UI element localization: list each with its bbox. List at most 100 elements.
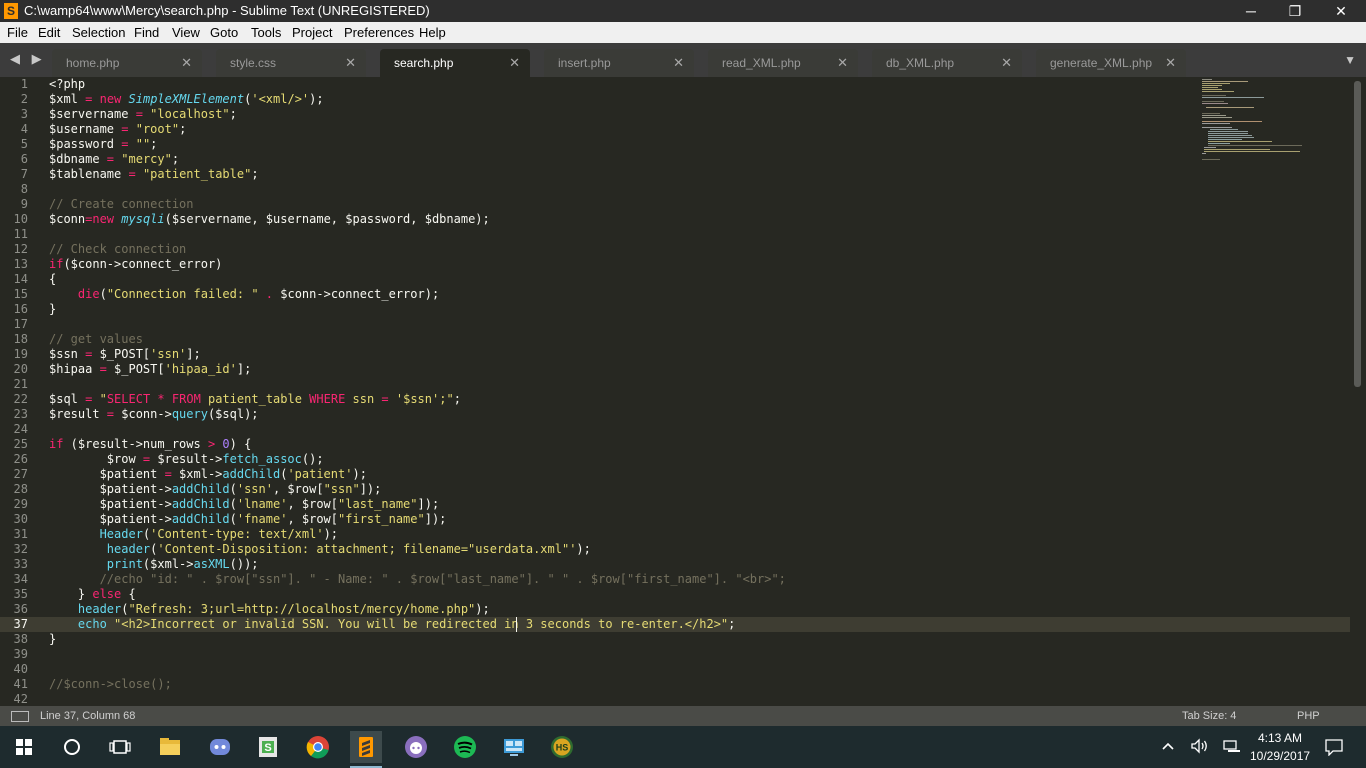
show-panel-icon[interactable]: [11, 711, 29, 722]
code-line[interactable]: $row = $result->fetch_assoc();: [49, 452, 324, 467]
tab-close-icon[interactable]: ✕: [837, 55, 848, 71]
menu-help[interactable]: Help: [419, 25, 446, 40]
code-line[interactable]: {: [49, 272, 56, 287]
network-icon[interactable]: [1222, 738, 1242, 757]
tab-close-icon[interactable]: ✕: [181, 55, 192, 71]
code-token: addChild: [171, 512, 230, 526]
tab-style-css[interactable]: style.css ✕: [216, 49, 366, 77]
code-token: 0: [222, 437, 230, 451]
code-line[interactable]: <?php: [49, 77, 85, 92]
file-explorer-icon[interactable]: [154, 731, 186, 763]
code-line[interactable]: header("Refresh: 3;url=http://localhost/…: [49, 602, 490, 617]
code-line[interactable]: $conn=new mysqli($servername, $username,…: [49, 212, 490, 227]
minimap[interactable]: [1198, 77, 1304, 167]
control-panel-icon[interactable]: [498, 731, 530, 763]
vertical-scrollbar[interactable]: [1354, 81, 1361, 387]
close-button[interactable]: ✕: [1318, 0, 1364, 22]
menu-view[interactable]: View: [172, 25, 200, 40]
code-line[interactable]: $sql = "SELECT * FROM patient_table WHER…: [49, 392, 461, 407]
system-clock[interactable]: 4:13 AM 10/29/2017: [1250, 729, 1310, 765]
discord-icon[interactable]: [204, 731, 236, 763]
code-line[interactable]: $servername = "localhost";: [49, 107, 237, 122]
code-line[interactable]: $password = "";: [49, 137, 157, 152]
code-line[interactable]: //echo "id: " . $row["ssn"]. " - Name: "…: [49, 572, 786, 587]
cortana-icon[interactable]: [56, 731, 88, 763]
menu-project[interactable]: Project: [292, 25, 332, 40]
code-line[interactable]: $xml = new SimpleXMLElement('<xml/>');: [49, 92, 324, 107]
code-line[interactable]: $ssn = $_POST['ssn'];: [49, 347, 201, 362]
sublime-s-icon[interactable]: S: [252, 731, 284, 763]
menu-find[interactable]: Find: [134, 25, 159, 40]
code-line[interactable]: $patient->addChild('ssn', $row["ssn"]);: [49, 482, 382, 497]
code-token: "": [135, 137, 151, 151]
code-line[interactable]: $patient = $xml->addChild('patient');: [49, 467, 367, 482]
code-line[interactable]: }: [49, 632, 56, 647]
task-view-icon[interactable]: [104, 731, 136, 763]
code-line[interactable]: // Check connection: [49, 242, 186, 257]
tab-list-dropdown-icon[interactable]: ▼: [1344, 53, 1356, 67]
code-token: ($result->num_rows: [63, 437, 208, 451]
code-line[interactable]: $dbname = "mercy";: [49, 152, 179, 167]
tab-close-icon[interactable]: ✕: [345, 55, 356, 71]
code-line[interactable]: // Create connection: [49, 197, 194, 212]
volume-icon[interactable]: [1190, 738, 1210, 757]
menu-tools[interactable]: Tools: [251, 25, 281, 40]
code-line[interactable]: // get values: [49, 332, 143, 347]
code-token: $conn->: [114, 407, 172, 421]
code-line[interactable]: $result = $conn->query($sql);: [49, 407, 259, 422]
tab-label: generate_XML.php: [1050, 56, 1153, 70]
action-center-icon[interactable]: [1324, 738, 1344, 759]
spotify-icon[interactable]: [449, 731, 481, 763]
code-token: ;: [229, 107, 237, 121]
tab-nav-arrows-icon[interactable]: ◀ ▶: [10, 51, 46, 67]
code-line[interactable]: $hipaa = $_POST['hipaa_id'];: [49, 362, 251, 377]
code-line[interactable]: die("Connection failed: " . $conn->conne…: [49, 287, 439, 302]
sublime-text-icon[interactable]: [350, 731, 382, 768]
tab-search-php[interactable]: search.php ✕: [380, 49, 530, 77]
code-line[interactable]: echo "<h2>Incorrect or invalid SSN. You …: [49, 617, 735, 632]
code-line[interactable]: $patient->addChild('lname', $row["last_n…: [49, 497, 440, 512]
maximize-button[interactable]: ❐: [1272, 0, 1318, 22]
code-line[interactable]: }: [49, 302, 56, 317]
code-editor[interactable]: 1 2 3 4 5 6 7 8 9 10 11 12 13 14 15 16 17 18 19 20 21 22 23 24 2…: [0, 77, 1366, 706]
menu-preferences[interactable]: Preferences: [344, 25, 414, 40]
tab-db-xml-php[interactable]: db_XML.php ✕: [872, 49, 1022, 77]
windows-logo-icon[interactable]: [8, 731, 40, 763]
hearthstone-icon[interactable]: HS: [546, 731, 578, 763]
tab-home-php[interactable]: home.php ✕: [52, 49, 202, 77]
code-line[interactable]: $tablename = "patient_table";: [49, 167, 259, 182]
code-token: //echo "id: " . $row["ssn"]. " - Name: "…: [49, 572, 786, 586]
code-line[interactable]: } else {: [49, 587, 136, 602]
syntax-indicator[interactable]: PHP: [1297, 710, 1320, 722]
show-hidden-icons-icon[interactable]: [1160, 738, 1176, 757]
menu-goto[interactable]: Goto: [210, 25, 238, 40]
menu-file[interactable]: File: [7, 25, 28, 40]
tab-read-xml-php[interactable]: read_XML.php ✕: [708, 49, 858, 77]
cursor-position[interactable]: Line 37, Column 68: [40, 710, 135, 722]
tab-insert-php[interactable]: insert.php ✕: [544, 49, 694, 77]
tab-close-icon[interactable]: ✕: [673, 55, 684, 71]
menu-edit[interactable]: Edit: [38, 25, 60, 40]
tab-close-icon[interactable]: ✕: [509, 55, 520, 71]
chrome-icon[interactable]: [302, 731, 334, 763]
tab-generate-xml-php[interactable]: generate_XML.php ✕: [1036, 49, 1186, 77]
tab-size-indicator[interactable]: Tab Size: 4: [1182, 710, 1236, 722]
tab-close-icon[interactable]: ✕: [1001, 55, 1012, 71]
code-line[interactable]: $patient->addChild('fname', $row["first_…: [49, 512, 447, 527]
code-line[interactable]: if ($result->num_rows > 0) {: [49, 437, 251, 452]
code-token: new: [99, 92, 122, 106]
code-line[interactable]: if($conn->connect_error): [49, 257, 222, 272]
minimize-button[interactable]: ─: [1228, 0, 1274, 22]
menu-selection[interactable]: Selection: [72, 25, 125, 40]
github-desktop-icon[interactable]: [400, 731, 432, 763]
code-line[interactable]: $username = "root";: [49, 122, 186, 137]
code-line[interactable]: Header('Content-type: text/xml');: [49, 527, 338, 542]
line-number: 7: [20, 167, 28, 181]
tab-label: style.css: [230, 56, 277, 70]
code-line[interactable]: print($xml->asXML());: [49, 557, 259, 572]
code-line[interactable]: //$conn->close();: [49, 677, 172, 692]
code-line[interactable]: header('Content-Disposition: attachment;…: [49, 542, 591, 557]
tab-close-icon[interactable]: ✕: [1165, 55, 1176, 71]
